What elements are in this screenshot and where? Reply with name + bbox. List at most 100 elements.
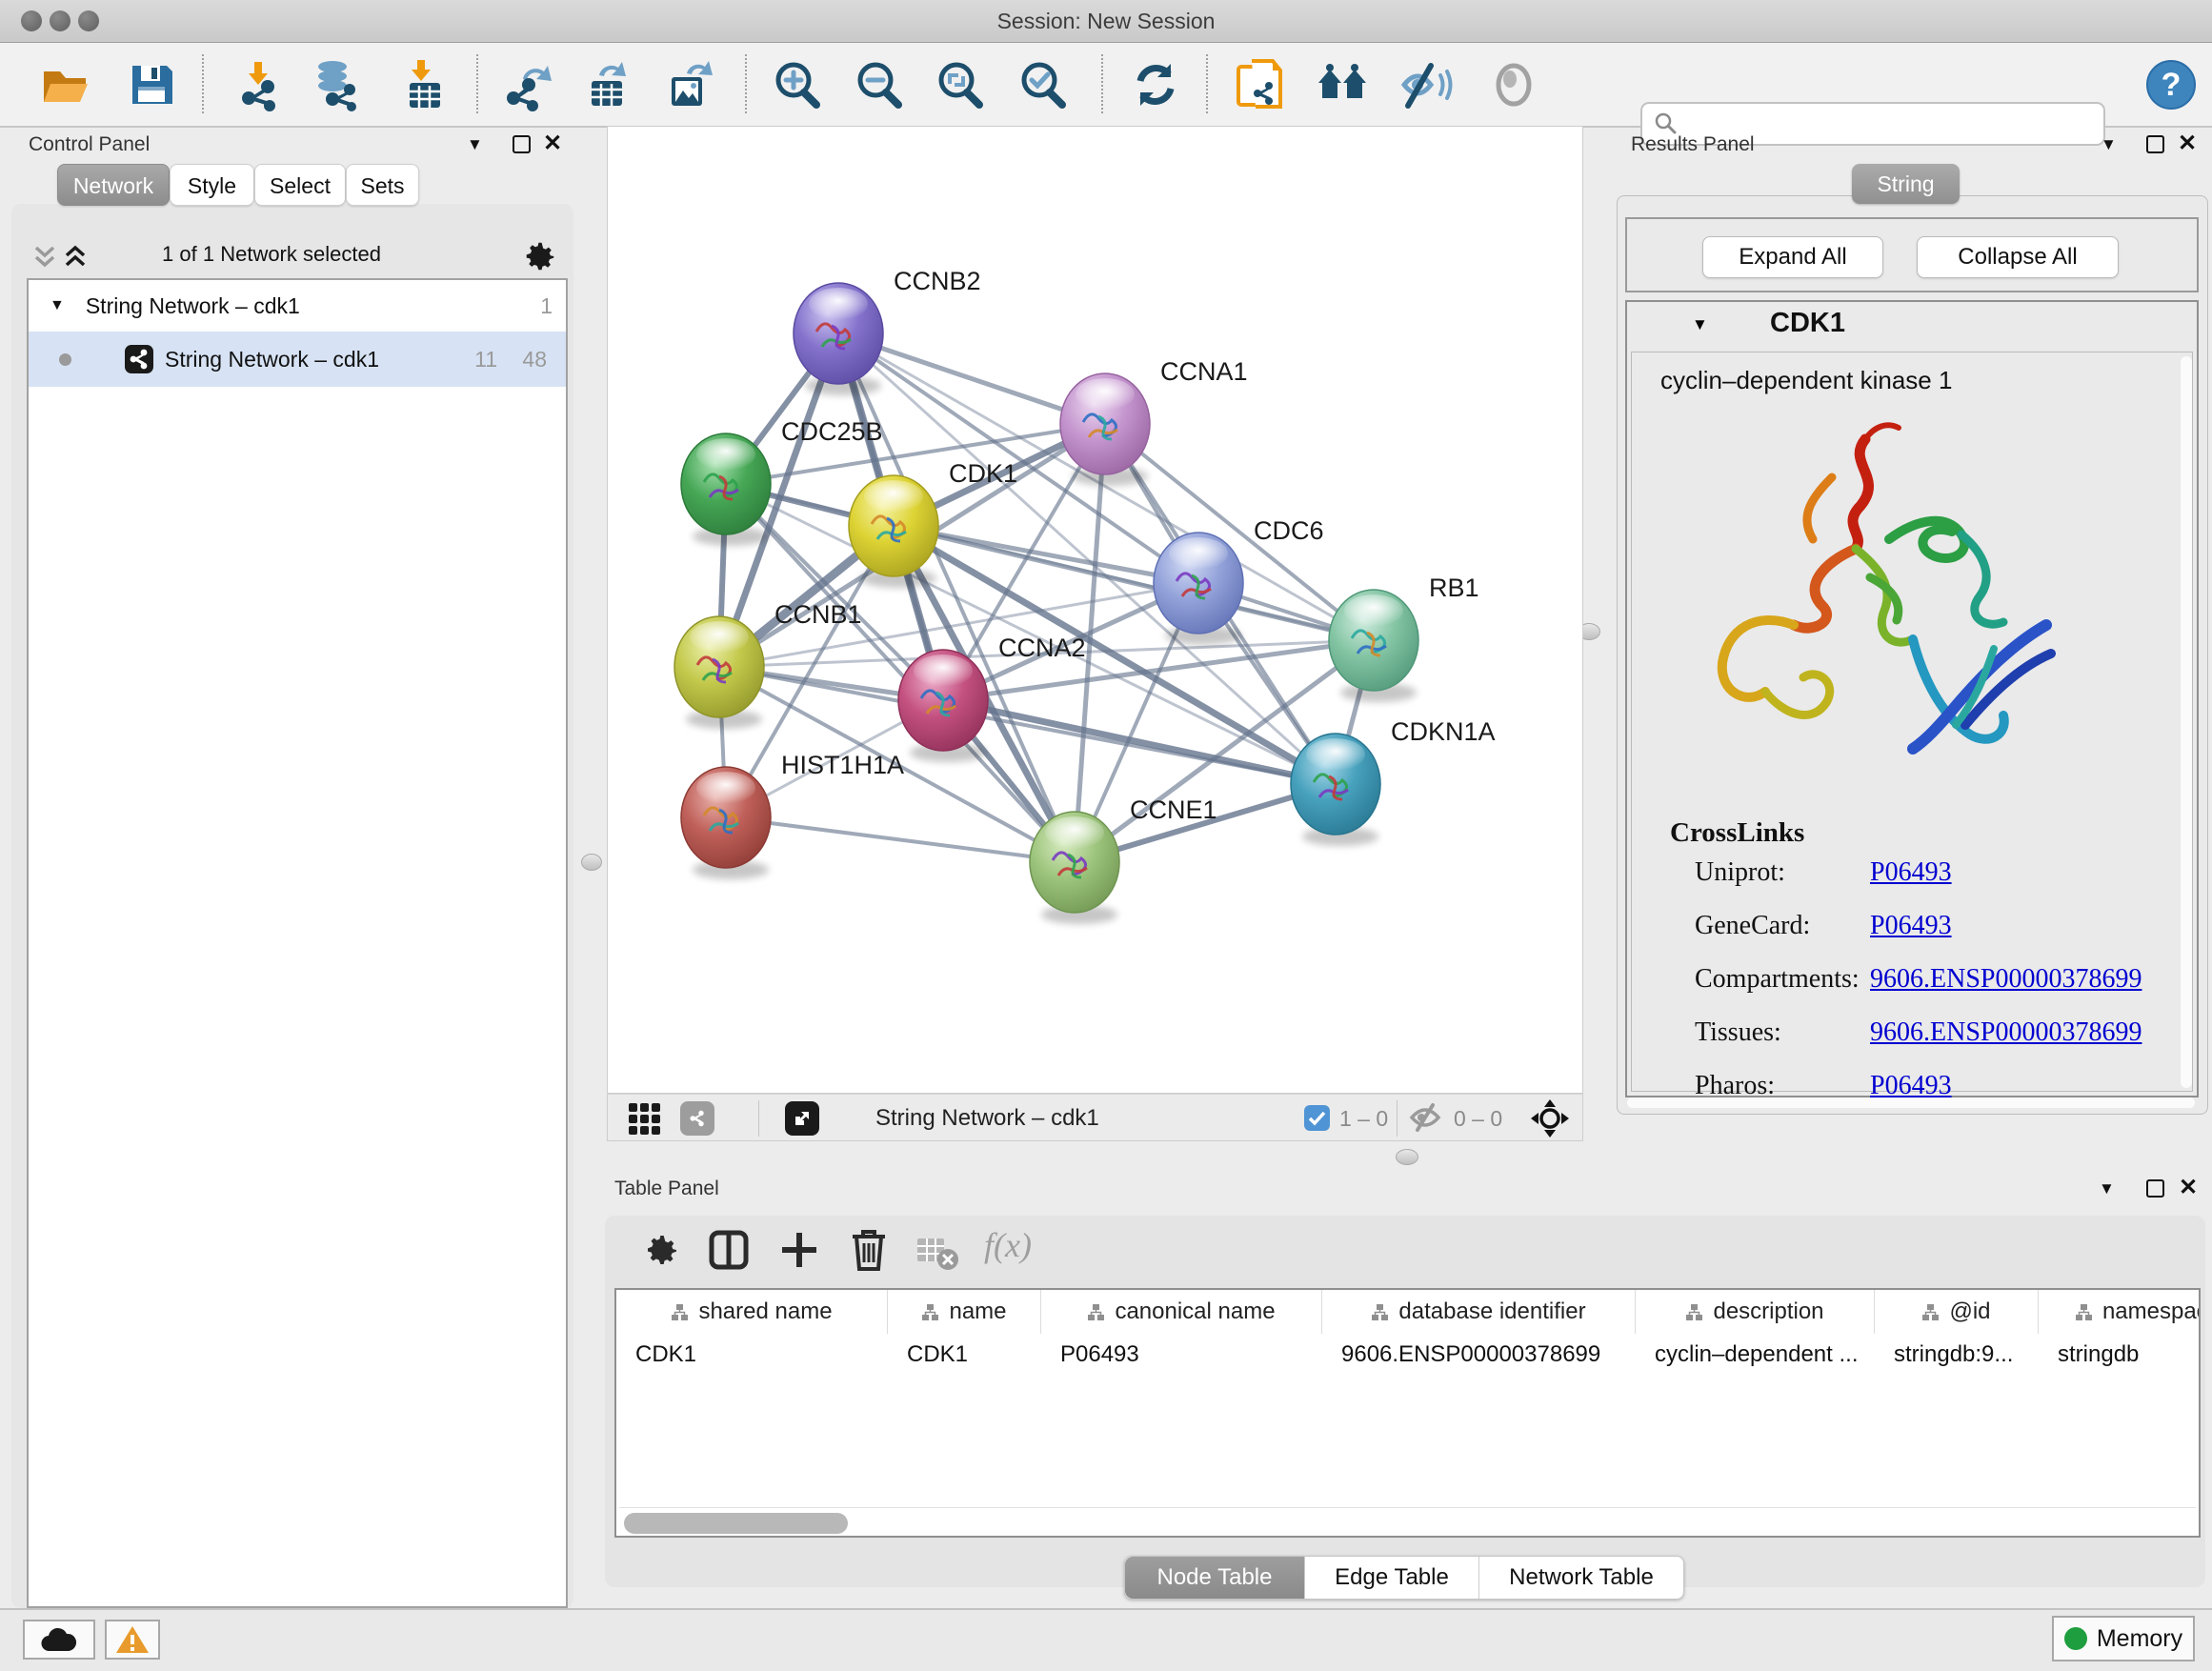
table-panel-menu-icon[interactable]: ▼ [2099,1179,2115,1198]
node-CCNA2[interactable]: CCNA2 [898,634,1086,762]
collapse-all-button[interactable]: Collapse All [1917,236,2119,278]
table-panel-close-icon[interactable]: ✕ [2179,1174,2198,1201]
node-HIST1H1A[interactable]: HIST1H1A [681,751,904,879]
left-splitter-handle[interactable] [581,854,602,871]
control-panel-menu-icon[interactable]: ▼ [467,135,483,154]
column-header-database-identifier[interactable]: database identifier [1322,1290,1636,1334]
tab-style[interactable]: Style [170,164,254,206]
zoom-out-icon[interactable] [850,56,909,113]
network-options-gear-icon[interactable] [522,238,558,274]
tab-network[interactable]: Network [57,164,170,206]
crosslink-value-compartments[interactable]: 9606.ENSP00000378699 [1870,964,2142,995]
tab-string[interactable]: String [1852,164,1960,204]
clone-network-icon[interactable] [1231,56,1290,113]
center-view-icon[interactable] [1530,1098,1570,1138]
edge-CCNE1-HIST1H1A[interactable] [726,817,1075,862]
selected-checkbox-icon[interactable] [1304,1105,1330,1131]
column-header-@id[interactable]: @id [1875,1290,2039,1334]
results-panel-menu-icon[interactable]: ▼ [2101,135,2117,154]
birds-eye-grid-icon[interactable] [627,1101,661,1136]
import-network-file-icon[interactable] [229,56,288,113]
node-label-CCNE1: CCNE1 [1130,795,1217,824]
tab-sets[interactable]: Sets [346,164,419,206]
crosslink-value-tissues[interactable]: 9606.ENSP00000378699 [1870,1017,2142,1048]
export-image-icon[interactable] [661,56,720,113]
table-horizontal-scrollbar[interactable] [624,1513,848,1534]
network-collection-row[interactable]: ▼ String Network – cdk1 1 [29,280,566,332]
column-header-namespace[interactable]: namespace [2039,1290,2201,1334]
column-type-icon [1371,1303,1389,1321]
protein-structure-image [1670,406,2080,806]
control-panel-float-icon[interactable] [513,135,531,153]
export-network-icon[interactable] [499,56,558,113]
crosslink-value-uniprot[interactable]: P06493 [1870,857,1952,888]
zoom-fit-icon[interactable] [931,56,990,113]
selected-node-edge-counts: 1 – 0 [1339,1106,1388,1132]
import-table-file-icon[interactable] [395,56,454,113]
node-CDK1[interactable]: CDK1 [849,459,1017,588]
first-neighbors-icon[interactable] [1315,56,1374,113]
crosslink-value-genecard[interactable]: P06493 [1870,911,1952,941]
expand-all-icon[interactable] [63,242,88,271]
save-session-icon[interactable] [122,56,181,113]
node-CDKN1A[interactable]: CDKN1A [1291,717,1496,846]
cell-name[interactable]: CDK1 [888,1334,1041,1376]
footer-network-name: String Network – cdk1 [875,1105,1099,1132]
node-CCNE1[interactable]: CCNE1 [1030,795,1217,924]
show-all-icon[interactable] [1484,56,1543,113]
column-header-name[interactable]: name [888,1290,1041,1334]
cell-shared-name[interactable]: CDK1 [616,1334,888,1376]
collection-expand-icon[interactable]: ▼ [50,297,65,314]
results-panel-close-icon[interactable]: ✕ [2178,130,2197,157]
network-row[interactable]: String Network – cdk1 11 48 [29,332,566,387]
table-gear-icon[interactable] [643,1231,681,1269]
hidden-node-edge-counts: 0 – 0 [1454,1106,1502,1132]
zoom-in-icon[interactable] [768,56,827,113]
window-title: Session: New Session [0,9,2212,34]
node-table: shared namenamecanonical namedatabase id… [614,1288,2201,1538]
results-panel-float-icon[interactable] [2146,135,2164,153]
node-RB1[interactable]: RB1 [1329,574,1479,702]
warnings-button[interactable] [105,1620,160,1660]
tab-select[interactable]: Select [254,164,346,206]
results-horizontal-scrollbar[interactable] [1627,1097,2195,1108]
cell-canonical-name[interactable]: P06493 [1041,1334,1322,1376]
export-table-icon[interactable] [579,56,638,113]
cell-namespace[interactable]: stringdb [2039,1334,2201,1376]
delete-column-icon[interactable] [851,1227,887,1271]
zoom-selected-icon[interactable] [1014,56,1073,113]
cell-database-identifier[interactable]: 9606.ENSP00000378699 [1322,1334,1636,1376]
table-type-tabs: Node TableEdge TableNetwork Table [1124,1556,1684,1600]
column-header-canonical-name[interactable]: canonical name [1041,1290,1322,1334]
select-columns-icon[interactable] [708,1229,750,1271]
tab-edge-table[interactable]: Edge Table [1304,1557,1478,1599]
string-view-icon[interactable] [680,1101,714,1136]
column-header-shared-name[interactable]: shared name [616,1290,888,1334]
collapse-all-icon[interactable] [32,242,57,271]
gene-collapse-icon[interactable]: ▼ [1692,315,1708,334]
tab-node-table[interactable]: Node Table [1125,1557,1304,1599]
node-CCNA1[interactable]: CCNA1 [1060,357,1248,486]
node-label-HIST1H1A: HIST1H1A [781,751,904,779]
help-icon[interactable]: ? [2142,56,2201,113]
toolbar-separator [476,54,478,113]
expand-all-button[interactable]: Expand All [1702,236,1883,278]
network-canvas[interactable]: CCNB2CCNA1CDC25BCDK1CDC6RB1CCNB1CCNA2CDK… [607,126,1583,1094]
hide-selected-icon[interactable] [1397,56,1456,113]
results-vertical-scrollbar[interactable] [2181,356,2192,1088]
import-network-database-icon[interactable] [307,56,366,113]
cell-@id[interactable]: stringdb:9... [1875,1334,2039,1376]
open-session-icon[interactable] [35,56,94,113]
open-in-window-icon[interactable] [785,1101,819,1136]
bottom-splitter-handle[interactable] [1396,1149,1418,1165]
cloud-button[interactable] [23,1620,95,1660]
table-panel-float-icon[interactable] [2146,1179,2164,1198]
column-header-description[interactable]: description [1636,1290,1875,1334]
memory-button[interactable]: Memory [2052,1616,2195,1661]
add-column-icon[interactable] [778,1229,820,1271]
refresh-icon[interactable] [1126,56,1185,113]
cell-description[interactable]: cyclin–dependent ... [1636,1334,1875,1376]
tab-network-table[interactable]: Network Table [1478,1557,1683,1599]
control-panel-close-icon[interactable]: ✕ [543,130,562,157]
crosslink-label-tissues: Tissues: [1695,1017,1781,1048]
